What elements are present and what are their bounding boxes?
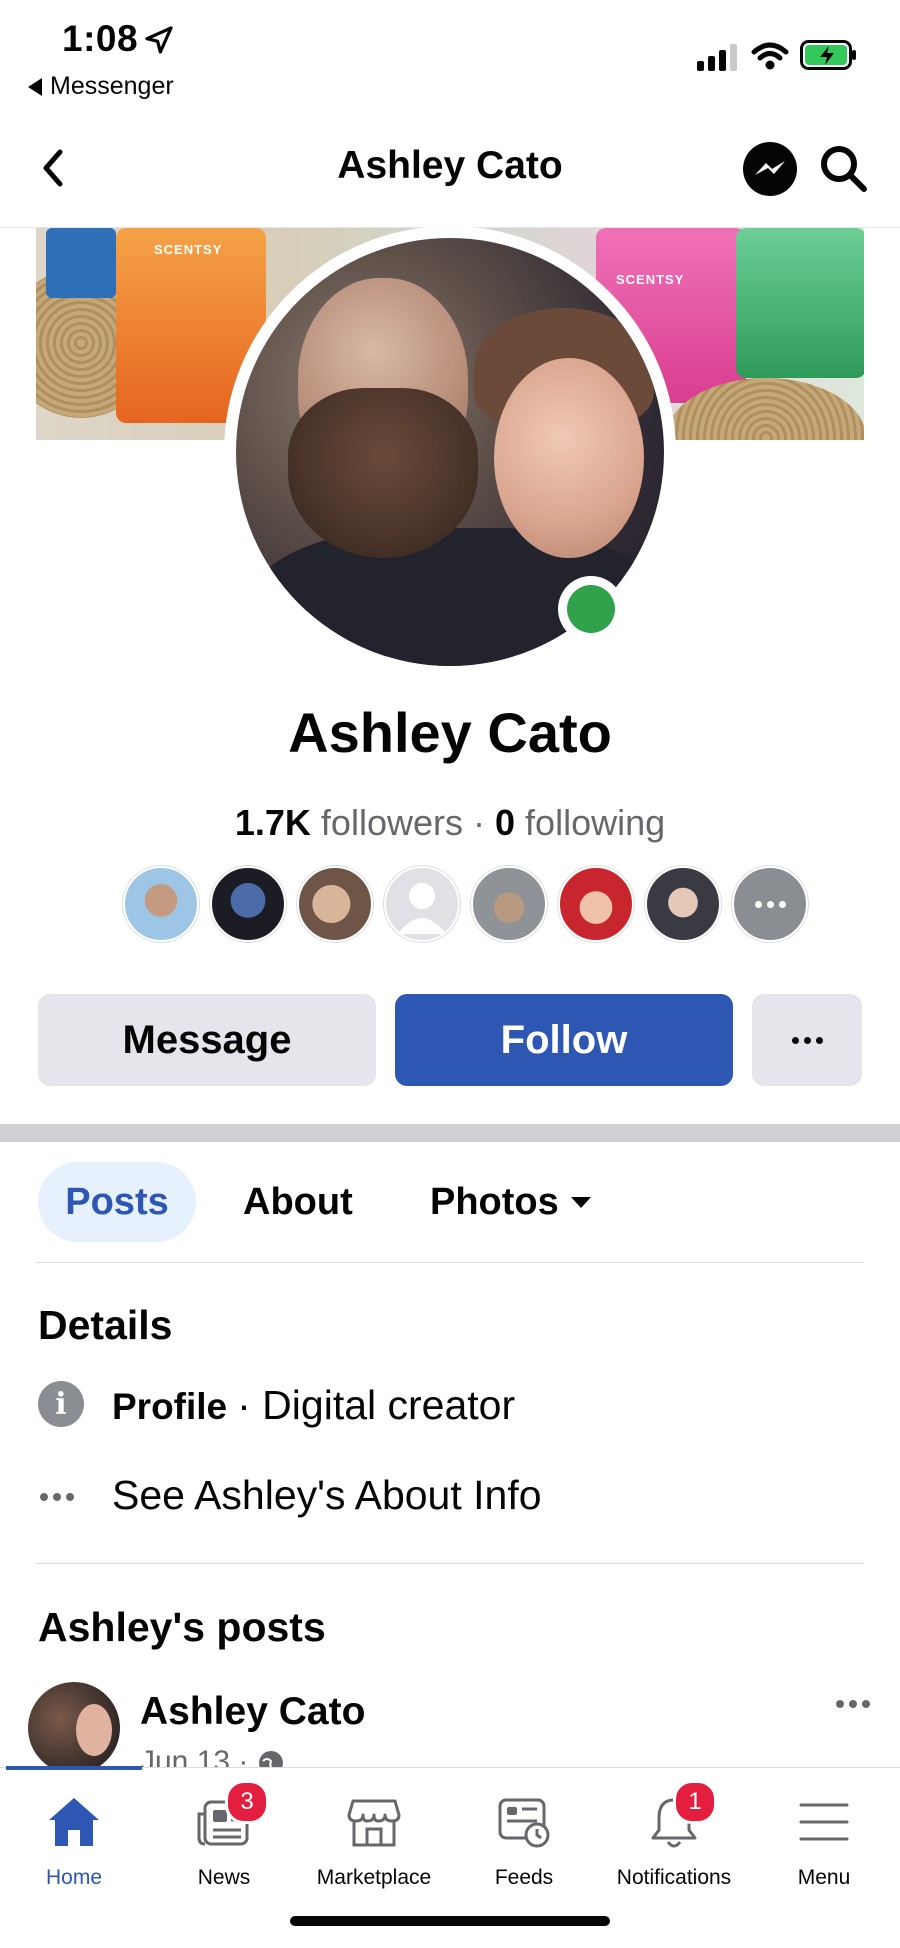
globe-icon	[258, 1751, 283, 1769]
nav-news-label: News	[197, 1866, 251, 1889]
home-icon	[49, 1798, 99, 1846]
followers-count: 1.7K	[234, 802, 311, 843]
nav-marketplace[interactable]: Marketplace	[299, 1790, 449, 1890]
nav-feeds-label: Feeds	[494, 1866, 554, 1889]
nav-menu-label: Menu	[797, 1866, 851, 1889]
post-author-name[interactable]: Ashley Cato	[140, 1690, 365, 1734]
message-button[interactable]: Message	[38, 994, 376, 1086]
friend-avatar[interactable]	[123, 866, 199, 942]
back-to-messenger[interactable]: Messenger	[28, 72, 174, 101]
following-count: 0	[495, 802, 516, 843]
tab-about[interactable]: About	[243, 1162, 353, 1242]
cover-brand-label: SCENTSY	[616, 272, 685, 287]
feeds-icon	[498, 1798, 550, 1848]
back-app-label: Messenger	[50, 72, 174, 100]
search-icon[interactable]	[818, 143, 870, 195]
more-dots-icon	[40, 1493, 74, 1501]
nav-notifications-label: Notifications	[616, 1866, 732, 1889]
wifi-icon	[751, 42, 789, 70]
home-indicator-bar	[290, 1916, 610, 1926]
follow-button[interactable]: Follow	[395, 994, 733, 1086]
active-tab-indicator	[6, 1766, 142, 1770]
follow-stats[interactable]: 1.7K followers · 0 following	[0, 802, 900, 844]
person-silhouette-icon	[398, 883, 446, 934]
cellular-signal-icon	[697, 44, 737, 71]
info-icon: i	[38, 1381, 84, 1427]
tab-photos[interactable]: Photos	[430, 1162, 591, 1242]
tabs-divider	[36, 1262, 864, 1263]
profile-type-row: Profile · Digital creator	[112, 1382, 515, 1429]
friend-avatar[interactable]	[210, 866, 286, 942]
nav-home[interactable]: Home	[0, 1790, 149, 1890]
post-more-options[interactable]	[836, 1700, 870, 1708]
nav-menu[interactable]: Menu	[749, 1790, 899, 1890]
profile-label: Profile	[112, 1386, 228, 1427]
friend-avatar-default[interactable]	[384, 866, 460, 942]
following-label: following	[525, 802, 666, 843]
tab-posts[interactable]: Posts	[38, 1162, 196, 1242]
profile-type: · Digital creator	[237, 1382, 516, 1428]
notifications-badge: 1	[673, 1780, 717, 1824]
nav-news[interactable]: 3 News	[149, 1780, 299, 1890]
more-options-button[interactable]	[752, 994, 862, 1086]
friend-avatar[interactable]	[558, 866, 634, 942]
details-title: Details	[38, 1302, 173, 1348]
friend-avatar[interactable]	[471, 866, 547, 942]
online-status-dot	[567, 585, 615, 633]
back-triangle-icon	[28, 77, 42, 96]
profile-name: Ashley Cato	[288, 701, 612, 764]
details-divider	[36, 1563, 864, 1564]
more-friends-button[interactable]	[732, 866, 808, 942]
posts-title: Ashley's posts	[38, 1604, 326, 1650]
nav-home-label: Home	[45, 1866, 103, 1889]
mutual-friends-row[interactable]	[123, 866, 808, 942]
nav-feeds[interactable]: Feeds	[449, 1790, 599, 1890]
status-time: 1:08	[62, 18, 139, 59]
followers-label: followers	[320, 802, 463, 843]
caret-down-icon	[570, 1196, 591, 1208]
post-date-text: Jun 13 ·	[140, 1745, 257, 1769]
battery-charging-icon	[800, 40, 856, 70]
section-separator	[0, 1124, 900, 1142]
nav-marketplace-label: Marketplace	[316, 1866, 432, 1889]
see-about-info-link[interactable]: See Ashley's About Info	[112, 1472, 542, 1519]
post-date: Jun 13 ·	[140, 1745, 285, 1769]
cover-brand-label: SCENTSY	[154, 242, 223, 257]
stats-separator: ·	[473, 802, 495, 843]
tab-photos-label: Photos	[430, 1180, 559, 1223]
menu-icon	[799, 1803, 849, 1841]
nav-notifications[interactable]: 1 Notifications	[599, 1780, 749, 1890]
friend-avatar[interactable]	[297, 866, 373, 942]
marketplace-icon	[347, 1799, 401, 1847]
friend-avatar[interactable]	[645, 866, 721, 942]
news-badge: 3	[225, 1780, 269, 1824]
post-author-avatar[interactable]	[28, 1682, 120, 1774]
messenger-icon[interactable]	[741, 140, 799, 198]
location-arrow-icon	[145, 26, 173, 54]
